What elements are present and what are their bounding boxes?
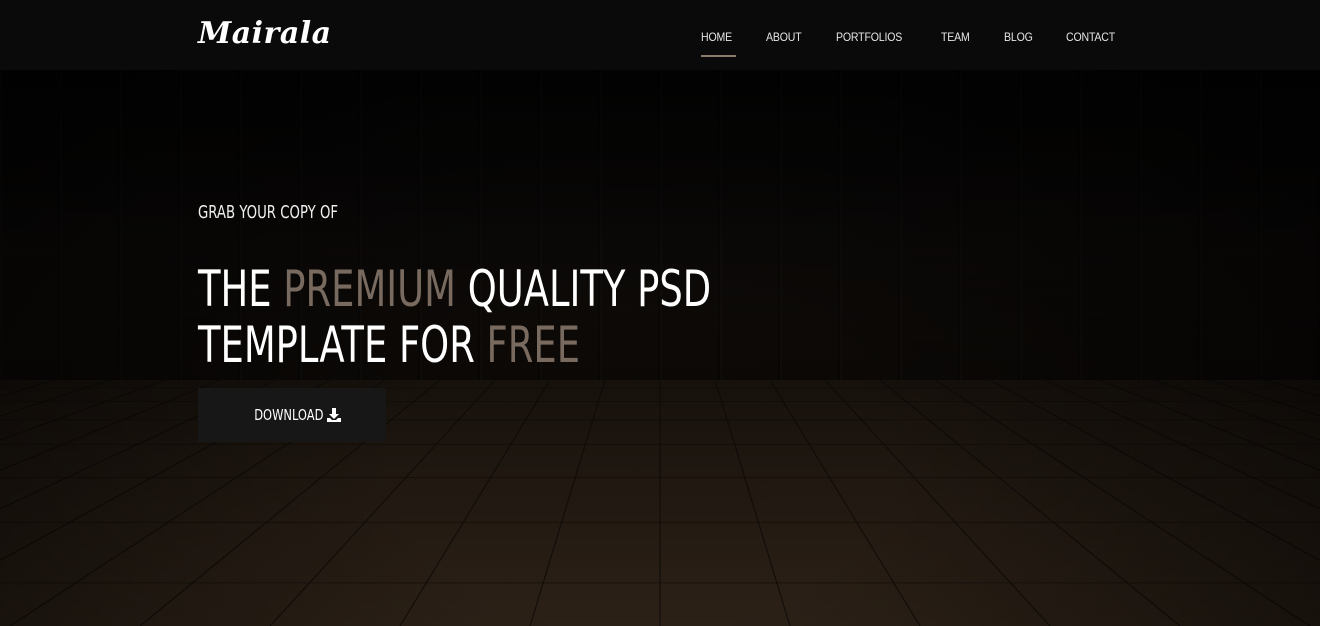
nav-item-contact[interactable]: CONTACT bbox=[1066, 0, 1122, 70]
brand-logo[interactable]: Mairala bbox=[198, 14, 332, 54]
main-nav: HOME ABOUT PORTFOLIOS TEAM BLOG CONTACT bbox=[671, 0, 1123, 70]
headline-text: TEMPLATE FOR bbox=[198, 316, 487, 374]
nav-item-label: TEAM bbox=[941, 30, 970, 44]
headline-accent: FREE bbox=[486, 316, 581, 374]
hero-eyebrow: GRAB YOUR COPY OF bbox=[198, 202, 339, 223]
hero-headline: THE PREMIUM QUALITY PSD TEMPLATE FOR FRE… bbox=[198, 261, 711, 373]
nav-item-label: ABOUT bbox=[765, 30, 802, 44]
headline-text: THE bbox=[198, 260, 284, 318]
nav-item-home[interactable]: HOME bbox=[700, 0, 736, 70]
hero-content: GRAB YOUR COPY OF THE PREMIUM QUALITY PS… bbox=[198, 198, 824, 442]
headline-text: QUALITY PSD bbox=[456, 260, 712, 318]
nav-item-label: CONTACT bbox=[1066, 30, 1116, 44]
nav-item-label: PORTFOLIOS bbox=[836, 30, 903, 44]
nav-item-portfolios[interactable]: PORTFOLIOS bbox=[836, 0, 911, 70]
nav-item-label: HOME bbox=[700, 30, 732, 44]
headline-accent: PREMIUM bbox=[283, 260, 457, 318]
download-icon bbox=[326, 407, 342, 423]
download-button[interactable]: DOWNLOAD bbox=[198, 388, 386, 442]
top-navbar: Mairala HOME ABOUT PORTFOLIOS TEAM BLOG … bbox=[0, 0, 1320, 70]
nav-item-team[interactable]: TEAM bbox=[941, 0, 974, 70]
download-button-label: DOWNLOAD bbox=[253, 406, 324, 424]
nav-item-about[interactable]: ABOUT bbox=[766, 0, 806, 70]
nav-item-blog[interactable]: BLOG bbox=[1004, 0, 1037, 70]
nav-item-label: BLOG bbox=[1003, 30, 1033, 44]
